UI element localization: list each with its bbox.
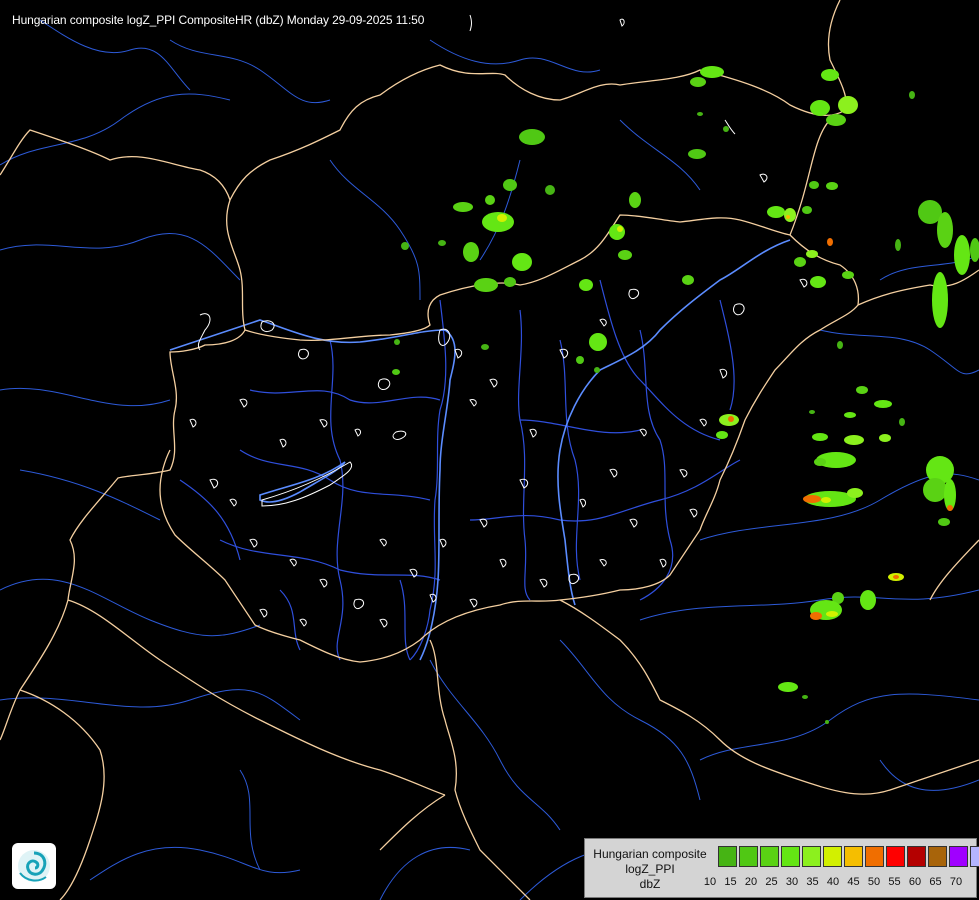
legend-line-3: dbZ [639,877,661,891]
legend-tick-label: 10 [703,876,717,888]
legend-swatch-20 [760,846,779,867]
legend-swatch-65 [949,846,968,867]
legend-tick-label: 45 [847,876,860,888]
legend-tick-label: 40 [826,876,840,888]
legend-tick-label: 55 [888,876,901,888]
map-title: Hungarian composite logZ_PPI CompositeHR… [12,13,425,27]
legend-tick-label: 65 [929,876,942,888]
legend-swatch-55 [907,846,926,867]
legend-caption: Hungarian composite logZ_PPI dbZ [589,847,711,892]
legend-line-2: logZ_PPI [625,862,675,876]
legend-tick-label: 15 [724,876,737,888]
legend-tick-label: 20 [744,876,758,888]
omsz-logo-icon [12,843,56,889]
color-scale-legend: Hungarian composite logZ_PPI dbZ 10 15 20 2… [584,838,979,898]
legend-swatch-70 [970,846,979,867]
legend-tick-label: 25 [765,876,778,888]
legend-ticks: 10 15 20 25 30 35 40 45 50 55 60 65 70 [704,876,975,892]
legend-swatch-50 [886,846,905,867]
radar-map[interactable] [0,0,979,900]
legend-swatch-15 [739,846,758,867]
legend-swatch-45 [865,846,884,867]
legend-swatch-30 [802,846,821,867]
legend-line-1: Hungarian composite [593,847,707,861]
legend-tick-label: 30 [785,876,799,888]
legend-tick-label: 50 [867,876,881,888]
legend-tick-label: 70 [949,876,963,888]
legend-swatch-25 [781,846,800,867]
legend-swatch-40 [844,846,863,867]
legend-swatch-60 [928,846,947,867]
legend-tick-label: 35 [806,876,819,888]
legend-swatch-35 [823,846,842,867]
legend-swatches [718,846,979,867]
legend-tick-label: 60 [908,876,922,888]
legend-swatch-10 [718,846,737,867]
